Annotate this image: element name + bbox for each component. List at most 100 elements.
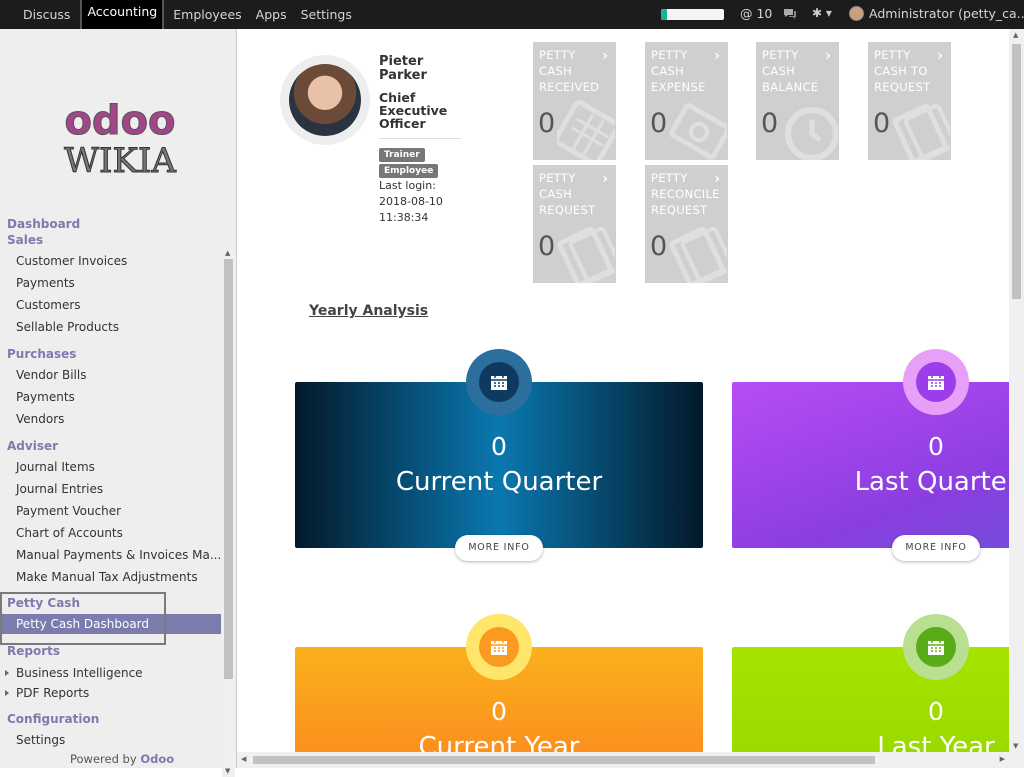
tag-trainer: Trainer — [379, 148, 425, 162]
scroll-down-icon[interactable]: ▼ — [225, 767, 230, 775]
scrollbar-thumb[interactable] — [253, 756, 875, 764]
tile-petty-reconcile-request[interactable]: PETTY RECONCILE REQUEST › 0 — [645, 165, 728, 283]
nav-journal-items[interactable]: Journal Items — [16, 460, 95, 474]
menu-settings[interactable]: Settings — [295, 0, 358, 29]
tile-label: PETTY CASH RECEIVED — [539, 48, 600, 94]
chat-icon[interactable] — [782, 7, 798, 21]
at-icon: @ — [740, 6, 753, 21]
tile-value: 0 — [538, 108, 556, 139]
highlight-box — [0, 592, 166, 645]
chevron-right-icon: › — [602, 48, 608, 64]
sidebar: odoo WIKIA Dashboard Sales Customer Invo… — [0, 29, 237, 777]
progress-fill — [661, 9, 668, 20]
tile-petty-cash-balance[interactable]: PETTY CASH BALANCE › 0 — [756, 42, 839, 160]
odoo-link[interactable]: Odoo — [140, 752, 174, 766]
tile-petty-cash-expense[interactable]: PETTY CASH EXPENSE › 0 — [645, 42, 728, 160]
chevron-right-icon: › — [602, 171, 608, 187]
nav-purchases: Purchases — [7, 347, 77, 361]
progress-bar — [661, 9, 724, 20]
nav-vendor-bills[interactable]: Vendor Bills — [16, 368, 86, 382]
user-menu[interactable]: Administrator (petty_ca... ▾ — [849, 6, 1024, 21]
card-label: Current Quarter — [395, 467, 603, 497]
last-login: Last login: 2018-08-10 11:38:34 — [379, 179, 443, 224]
top-navbar: Discuss Accounting Employees Apps Settin… — [0, 0, 1024, 33]
employee-photo — [280, 55, 370, 145]
nav-vendors[interactable]: Vendors — [16, 412, 64, 426]
chevron-right-icon: › — [714, 48, 720, 64]
card-label: Last Quarter — [854, 467, 1018, 497]
menu-apps[interactable]: Apps — [250, 0, 293, 29]
tile-value: 0 — [873, 108, 891, 139]
employee-role: Chief Executive Officer — [379, 90, 448, 131]
scroll-up-icon[interactable]: ▲ — [1013, 31, 1018, 39]
tile-value: 0 — [538, 231, 556, 262]
calendar-icon — [903, 614, 969, 680]
yearly-analysis-title: Yearly Analysis — [309, 303, 429, 319]
scroll-left-icon[interactable]: ◀ — [241, 755, 246, 763]
calendar-icon — [557, 100, 615, 160]
nav-adviser: Adviser — [7, 439, 59, 453]
tile-petty-cash-received[interactable]: PETTY CASH RECEIVED › 0 — [533, 42, 616, 160]
nav-business-intelligence[interactable]: Business Intelligence — [5, 666, 143, 680]
debug-bug-icon[interactable]: ✱ ▾ — [812, 6, 836, 22]
tag-employee: Employee — [379, 164, 439, 178]
nav-manual-payments[interactable]: Manual Payments & Invoices Ma... — [16, 548, 221, 562]
nav-manual-tax[interactable]: Make Manual Tax Adjustments — [16, 570, 198, 584]
nav-configuration: Configuration — [7, 712, 100, 726]
main-content: Pieter Parker Chief Executive Officer Tr… — [237, 29, 1024, 768]
tile-petty-cash-request[interactable]: PETTY CASH REQUEST › 0 — [533, 165, 616, 283]
more-info-button[interactable]: MORE INFO — [455, 535, 543, 561]
nav-journal-entries[interactable]: Journal Entries — [16, 482, 103, 496]
more-info-button[interactable]: MORE INFO — [892, 535, 980, 561]
tile-label: PETTY CASH REQUEST — [539, 171, 596, 217]
nav-sales-payments[interactable]: Payments — [16, 276, 75, 290]
document-icon — [557, 226, 615, 283]
money-icon — [669, 103, 727, 160]
tile-petty-cash-to-request[interactable]: PETTY CASH TO REQUEST › 0 — [868, 42, 951, 160]
horizontal-scrollbar[interactable]: ◀ ▶ — [237, 752, 1009, 768]
nav-purchase-payments[interactable]: Payments — [16, 390, 75, 404]
nav-customer-invoices[interactable]: Customer Invoices — [16, 254, 127, 268]
calendar-icon — [466, 614, 532, 680]
document-icon — [892, 103, 950, 160]
menu-employees[interactable]: Employees — [167, 0, 247, 29]
scroll-down-icon[interactable]: ▼ — [1013, 742, 1018, 750]
powered-prefix: Powered by — [70, 752, 137, 766]
mention-count: 10 — [756, 6, 773, 21]
chevron-right-icon: › — [825, 48, 831, 64]
scroll-right-icon[interactable]: ▶ — [1000, 755, 1005, 763]
user-label: Administrator (petty_ca... — [869, 6, 1024, 21]
menu-discuss[interactable]: Discuss — [16, 0, 77, 29]
document-icon — [669, 226, 727, 283]
scrollbar-thumb[interactable] — [224, 259, 233, 679]
mention-counter[interactable]: @ 10 — [740, 6, 772, 21]
calendar-icon — [903, 349, 969, 415]
powered-by: Powered by Odoo — [70, 752, 174, 766]
nav-dashboard[interactable]: Dashboard — [7, 217, 80, 231]
nav-sellable-products[interactable]: Sellable Products — [16, 320, 119, 334]
nav-settings[interactable]: Settings — [16, 733, 65, 747]
tile-label: PETTY CASH BALANCE — [762, 48, 819, 94]
nav-chart-of-accounts[interactable]: Chart of Accounts — [16, 526, 123, 540]
tile-value: 0 — [761, 108, 779, 139]
card-value: 0 — [491, 432, 507, 461]
chevron-right-icon: › — [937, 48, 943, 64]
nav-customers[interactable]: Customers — [16, 298, 81, 312]
nav-payment-voucher[interactable]: Payment Voucher — [16, 504, 121, 518]
calendar-icon — [466, 349, 532, 415]
avatar — [849, 6, 864, 21]
nav-pdf-reports[interactable]: PDF Reports — [4, 686, 89, 700]
logo-line2: WIKIA — [64, 141, 176, 181]
main-scrollbar[interactable]: ▲ ▼ — [1009, 29, 1024, 768]
card-value: 0 — [928, 432, 944, 461]
scroll-up-icon[interactable]: ▲ — [225, 249, 230, 257]
divider — [379, 138, 461, 139]
card-last-year: 0 Last Year — [732, 647, 1024, 768]
clock-icon — [785, 107, 838, 160]
tile-value: 0 — [650, 108, 668, 139]
menu-accounting[interactable]: Accounting — [80, 0, 165, 33]
tile-value: 0 — [650, 231, 668, 262]
sidebar-scrollbar[interactable]: ▲ ▼ — [222, 247, 235, 777]
nav-sales: Sales — [7, 233, 44, 247]
scrollbar-thumb[interactable] — [1012, 44, 1021, 299]
